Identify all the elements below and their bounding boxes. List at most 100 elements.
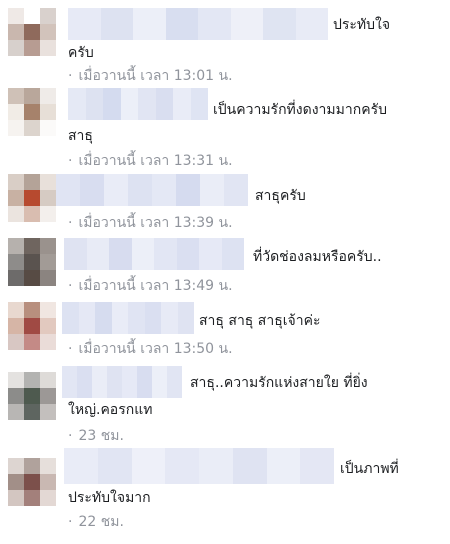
- name-blur-pixel: [62, 302, 79, 334]
- commenter-name-blurred[interactable]: [62, 302, 194, 334]
- comment-timestamp[interactable]: · 23 ชม.: [68, 427, 124, 445]
- name-blur-pixel: [62, 366, 77, 398]
- avatar[interactable]: [8, 174, 56, 222]
- avatar-pixel: [8, 88, 24, 104]
- comment-text-line-1: ที่วัดช่องลมหรือครับ..: [253, 249, 382, 265]
- avatar[interactable]: [8, 302, 56, 350]
- avatar-pixel: [8, 206, 24, 222]
- comment-timestamp[interactable]: · เมื่อวานนี้ เวลา 13:01 น.: [68, 67, 233, 85]
- avatar-pixel: [8, 318, 24, 334]
- comment-text-line-1: สาธุ สาธุ สาธุเจ้าค่ะ: [199, 313, 321, 329]
- commenter-name-blurred[interactable]: [68, 88, 208, 120]
- avatar-pixel: [40, 120, 56, 136]
- name-blur-pixel: [144, 302, 161, 334]
- name-blur-pixel: [232, 448, 267, 484]
- name-blur-pixel: [152, 366, 167, 398]
- name-blur-pixel: [137, 366, 152, 398]
- avatar-pixel: [40, 190, 56, 206]
- name-blur-pixel: [198, 8, 231, 40]
- name-blur-pixel: [167, 366, 182, 398]
- avatar-pixel: [24, 104, 40, 120]
- name-blur-pixel: [155, 88, 173, 120]
- name-blur-pixel: [199, 448, 233, 484]
- comment-text-line-1: เป็นภาพที่: [340, 461, 399, 477]
- commenter-name-blurred[interactable]: [62, 366, 182, 398]
- comment-text-line-1: ประทับใจ: [333, 17, 391, 33]
- name-blur-pixel: [64, 238, 87, 270]
- comment-timestamp[interactable]: · เมื่อวานนี้ เวลา 13:31 น.: [68, 152, 233, 170]
- avatar-pixel: [8, 120, 24, 136]
- name-blur-pixel: [95, 302, 112, 334]
- avatar-pixel: [40, 404, 56, 420]
- avatar-pixel: [8, 372, 24, 388]
- avatar[interactable]: [8, 88, 56, 136]
- name-blur-pixel: [200, 174, 224, 206]
- separator-dot: ·: [68, 68, 73, 84]
- name-blur-pixel: [176, 174, 200, 206]
- name-blur-pixel: [230, 8, 263, 40]
- separator-dot: ·: [68, 428, 73, 444]
- name-blur-pixel: [263, 8, 296, 40]
- name-blur-pixel: [109, 238, 132, 270]
- comment-item: เป็นความรักที่งดงามมากครับ สาธุ · เมื่อวา…: [0, 88, 450, 174]
- name-blur-pixel: [100, 8, 133, 40]
- name-blur-pixel: [131, 448, 166, 484]
- name-blur-pixel: [64, 448, 98, 484]
- name-blur-pixel: [224, 174, 248, 206]
- comment-timestamp[interactable]: · เมื่อวานนี้ เวลา 13:50 น.: [68, 340, 233, 358]
- name-blur-pixel: [104, 174, 128, 206]
- avatar-pixel: [24, 174, 40, 190]
- avatar-pixel: [40, 372, 56, 388]
- comment-text-line-2: ใหญ่.คอรกแท: [68, 402, 153, 418]
- comment-item: สาธุ..ความรักแห่งสายใย ที่ยิ่ง ใหญ่.คอรก…: [0, 364, 450, 444]
- avatar[interactable]: [8, 458, 56, 506]
- comment-timestamp[interactable]: · 22 ชม.: [68, 513, 124, 531]
- comment-timestamp[interactable]: · เมื่อวานนี้ เวลา 13:49 น.: [68, 277, 233, 295]
- avatar-pixel: [24, 334, 40, 350]
- comment-item: สาธุ สาธุ สาธุเจ้าค่ะ · เมื่อวานนี้ เวลา …: [0, 302, 450, 364]
- comment-timestamp[interactable]: · เมื่อวานนี้ เวลา 13:39 น.: [68, 214, 233, 232]
- name-blur-pixel: [199, 238, 222, 270]
- avatar-pixel: [40, 174, 56, 190]
- avatar-pixel: [8, 458, 24, 474]
- timestamp-text: เมื่อวานนี้ เวลา 13:31 น.: [78, 153, 233, 169]
- name-blur-pixel: [92, 366, 107, 398]
- avatar-pixel: [40, 104, 56, 120]
- comment-item: ประทับใจ ครับ · เมื่อวานนี้ เวลา 13:01 น.: [0, 8, 450, 88]
- name-blur-pixel: [111, 302, 128, 334]
- name-blur-pixel: [176, 238, 199, 270]
- name-blur-pixel: [295, 8, 328, 40]
- avatar-pixel: [8, 490, 24, 506]
- comment-text-line-2: สาธุ: [68, 128, 93, 144]
- timestamp-text: เมื่อวานนี้ เวลา 13:49 น.: [78, 278, 233, 294]
- avatar-pixel: [24, 458, 40, 474]
- commenter-name-blurred[interactable]: [68, 8, 328, 40]
- separator-dot: ·: [68, 514, 73, 530]
- avatar[interactable]: [8, 8, 56, 56]
- avatar-pixel: [8, 24, 24, 40]
- name-blur-pixel: [56, 174, 80, 206]
- avatar-pixel: [24, 270, 40, 286]
- avatar-pixel: [40, 458, 56, 474]
- name-blur-pixel: [128, 302, 145, 334]
- name-blur-pixel: [107, 366, 122, 398]
- avatar-pixel: [8, 404, 24, 420]
- avatar[interactable]: [8, 238, 56, 286]
- avatar-pixel: [24, 372, 40, 388]
- avatar-pixel: [40, 238, 56, 254]
- name-blur-pixel: [165, 448, 199, 484]
- commenter-name-blurred[interactable]: [64, 238, 244, 270]
- comment-item: ที่วัดช่องลมหรือครับ.. · เมื่อวานนี้ เวลา…: [0, 238, 450, 302]
- commenter-name-blurred[interactable]: [56, 174, 248, 206]
- name-blur-pixel: [131, 238, 154, 270]
- name-blur-pixel: [161, 302, 178, 334]
- commenter-name-blurred[interactable]: [64, 448, 334, 484]
- name-blur-pixel: [165, 8, 198, 40]
- avatar-pixel: [24, 206, 40, 222]
- avatar-pixel: [24, 388, 40, 404]
- avatar-pixel: [40, 388, 56, 404]
- avatar[interactable]: [8, 372, 56, 420]
- name-blur-pixel: [68, 8, 101, 40]
- avatar-pixel: [24, 490, 40, 506]
- comment-item: สาธุครับ · เมื่อวานนี้ เวลา 13:39 น.: [0, 174, 450, 238]
